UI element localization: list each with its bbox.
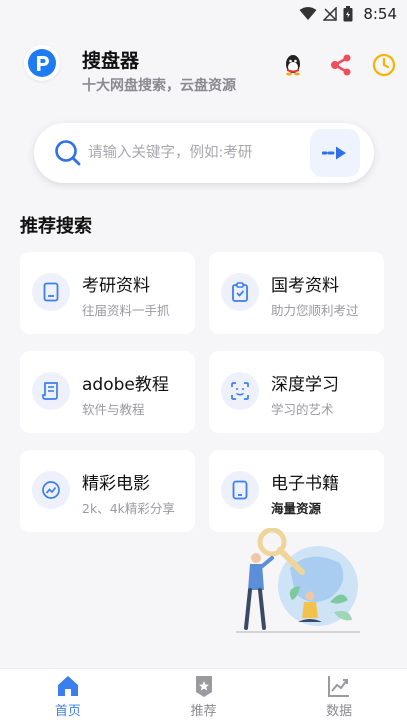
qq-icon[interactable] — [280, 52, 306, 78]
card-title: adobe教程 — [82, 375, 169, 395]
card-ebooks[interactable]: 电子书籍 海量资源 — [209, 450, 384, 532]
clipboard-check-icon — [221, 273, 259, 311]
home-icon — [57, 675, 78, 696]
app-subtitle: 十大网盘搜索，云盘资源 — [82, 78, 236, 94]
bottom-nav: 首页 推荐 数据 — [0, 668, 407, 723]
wifi-icon — [299, 7, 317, 20]
logo-p-icon — [28, 49, 56, 77]
nav-data-label: 数据 — [326, 703, 353, 719]
card-title: 深度学习 — [271, 375, 339, 395]
app-header: 搜盘器 十大网盘搜索，云盘资源 — [0, 28, 407, 112]
card-title: 精彩电影 — [82, 474, 150, 494]
search-submit-button[interactable] — [310, 129, 360, 177]
nav-home-label: 首页 — [54, 703, 81, 719]
card-title: 国考资料 — [271, 276, 339, 296]
battery-icon — [343, 6, 353, 22]
no-signal-icon — [323, 7, 338, 21]
star-badge-icon — [195, 675, 212, 697]
card-subtitle: 软件与教程 — [82, 402, 145, 417]
card-adobe[interactable]: adobe教程 软件与教程 — [20, 351, 195, 433]
nav-recommend[interactable]: 推荐 — [136, 669, 272, 723]
search-illustration — [236, 528, 360, 633]
app-title: 搜盘器 — [82, 50, 140, 72]
card-deep-learning[interactable]: 深度学习 学习的艺术 — [209, 351, 384, 433]
card-title: 电子书籍 — [271, 474, 339, 494]
status-time: 8:54 — [363, 5, 397, 23]
nav-data[interactable]: 数据 — [271, 669, 407, 723]
card-subtitle: 学习的艺术 — [271, 402, 334, 417]
scroll-icon — [32, 372, 70, 410]
arrow-right-icon — [322, 146, 346, 160]
card-subtitle: 助力您顺利考过 — [271, 303, 359, 318]
section-title-recommended: 推荐搜索 — [20, 216, 92, 237]
card-subtitle: 海量资源 — [271, 501, 322, 516]
search-icon — [55, 140, 81, 166]
card-subtitle: 往届资料一手抓 — [82, 303, 170, 318]
search-box — [34, 123, 374, 183]
chart-icon — [328, 675, 350, 697]
card-movies[interactable]: 精彩电影 2k、4k精彩分享 — [20, 450, 195, 532]
search-input[interactable] — [88, 137, 288, 169]
card-kaoyan[interactable]: 考研资料 往届资料一手抓 — [20, 252, 195, 334]
card-title: 考研资料 — [82, 276, 150, 296]
share-icon[interactable] — [328, 52, 354, 78]
nav-home[interactable]: 首页 — [0, 669, 136, 723]
nav-recommend-label: 推荐 — [190, 703, 217, 719]
card-subtitle: 2k、4k精彩分享 — [82, 501, 175, 516]
app-logo — [24, 45, 60, 81]
document-icon — [32, 273, 70, 311]
face-scan-icon — [221, 372, 259, 410]
status-icons: 8:54 — [299, 4, 397, 24]
card-guokao[interactable]: 国考资料 助力您顺利考过 — [209, 252, 384, 334]
trend-chart-icon — [32, 471, 70, 509]
tablet-icon — [221, 471, 259, 509]
status-bar: 8:54 — [0, 0, 407, 28]
clock-icon[interactable] — [371, 52, 397, 78]
